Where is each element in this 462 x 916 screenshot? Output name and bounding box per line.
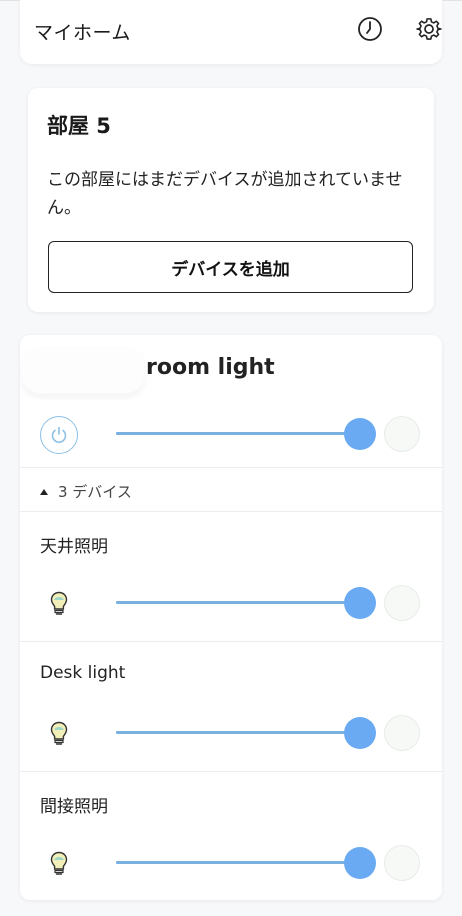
device-name: Desk light bbox=[40, 663, 126, 683]
page-title: マイホーム bbox=[34, 22, 131, 44]
divider bbox=[20, 511, 442, 512]
device-brightness-slider[interactable] bbox=[116, 847, 376, 879]
divider bbox=[20, 771, 442, 772]
device-count-label: 3 デバイス bbox=[58, 483, 132, 501]
bulb-icon bbox=[50, 591, 68, 617]
color-swatch-button[interactable] bbox=[384, 715, 420, 751]
clock-icon[interactable] bbox=[357, 16, 383, 42]
slider-fill bbox=[116, 731, 360, 734]
color-swatch-button[interactable] bbox=[384, 845, 420, 881]
slider-fill bbox=[116, 432, 360, 435]
room-title: 部屋 5 bbox=[47, 114, 111, 138]
power-icon bbox=[51, 426, 67, 443]
redacted-area bbox=[22, 347, 144, 393]
slider-thumb[interactable] bbox=[344, 717, 376, 749]
light-group-card: room light 3 デバイス 天井照明 Desk light 間接照明 bbox=[20, 335, 442, 900]
bulb-icon bbox=[50, 851, 68, 877]
slider-fill bbox=[116, 601, 360, 604]
color-swatch-button[interactable] bbox=[384, 585, 420, 621]
color-swatch-button[interactable] bbox=[384, 416, 420, 452]
room-card: 部屋 5 この部屋にはまだデバイスが追加されていません。 デバイスを追加 bbox=[28, 88, 434, 312]
divider bbox=[20, 467, 442, 468]
bulb-icon bbox=[50, 721, 68, 747]
slider-fill bbox=[116, 861, 360, 864]
power-button[interactable] bbox=[40, 416, 78, 454]
group-title: room light bbox=[146, 355, 275, 380]
divider bbox=[20, 641, 442, 642]
slider-thumb[interactable] bbox=[344, 418, 376, 450]
device-name: 間接照明 bbox=[40, 797, 108, 817]
device-count-toggle[interactable]: 3 デバイス bbox=[40, 481, 132, 502]
collapse-triangle-icon bbox=[40, 488, 48, 495]
empty-room-message: この部屋にはまだデバイスが追加されていません。 bbox=[47, 170, 403, 218]
slider-thumb[interactable] bbox=[344, 847, 376, 879]
gear-icon[interactable] bbox=[416, 16, 442, 42]
group-brightness-slider[interactable] bbox=[116, 418, 376, 450]
device-brightness-slider[interactable] bbox=[116, 717, 376, 749]
device-brightness-slider[interactable] bbox=[116, 587, 376, 619]
add-device-button[interactable]: デバイスを追加 bbox=[48, 241, 413, 293]
device-name: 天井照明 bbox=[40, 537, 108, 557]
slider-thumb[interactable] bbox=[344, 587, 376, 619]
